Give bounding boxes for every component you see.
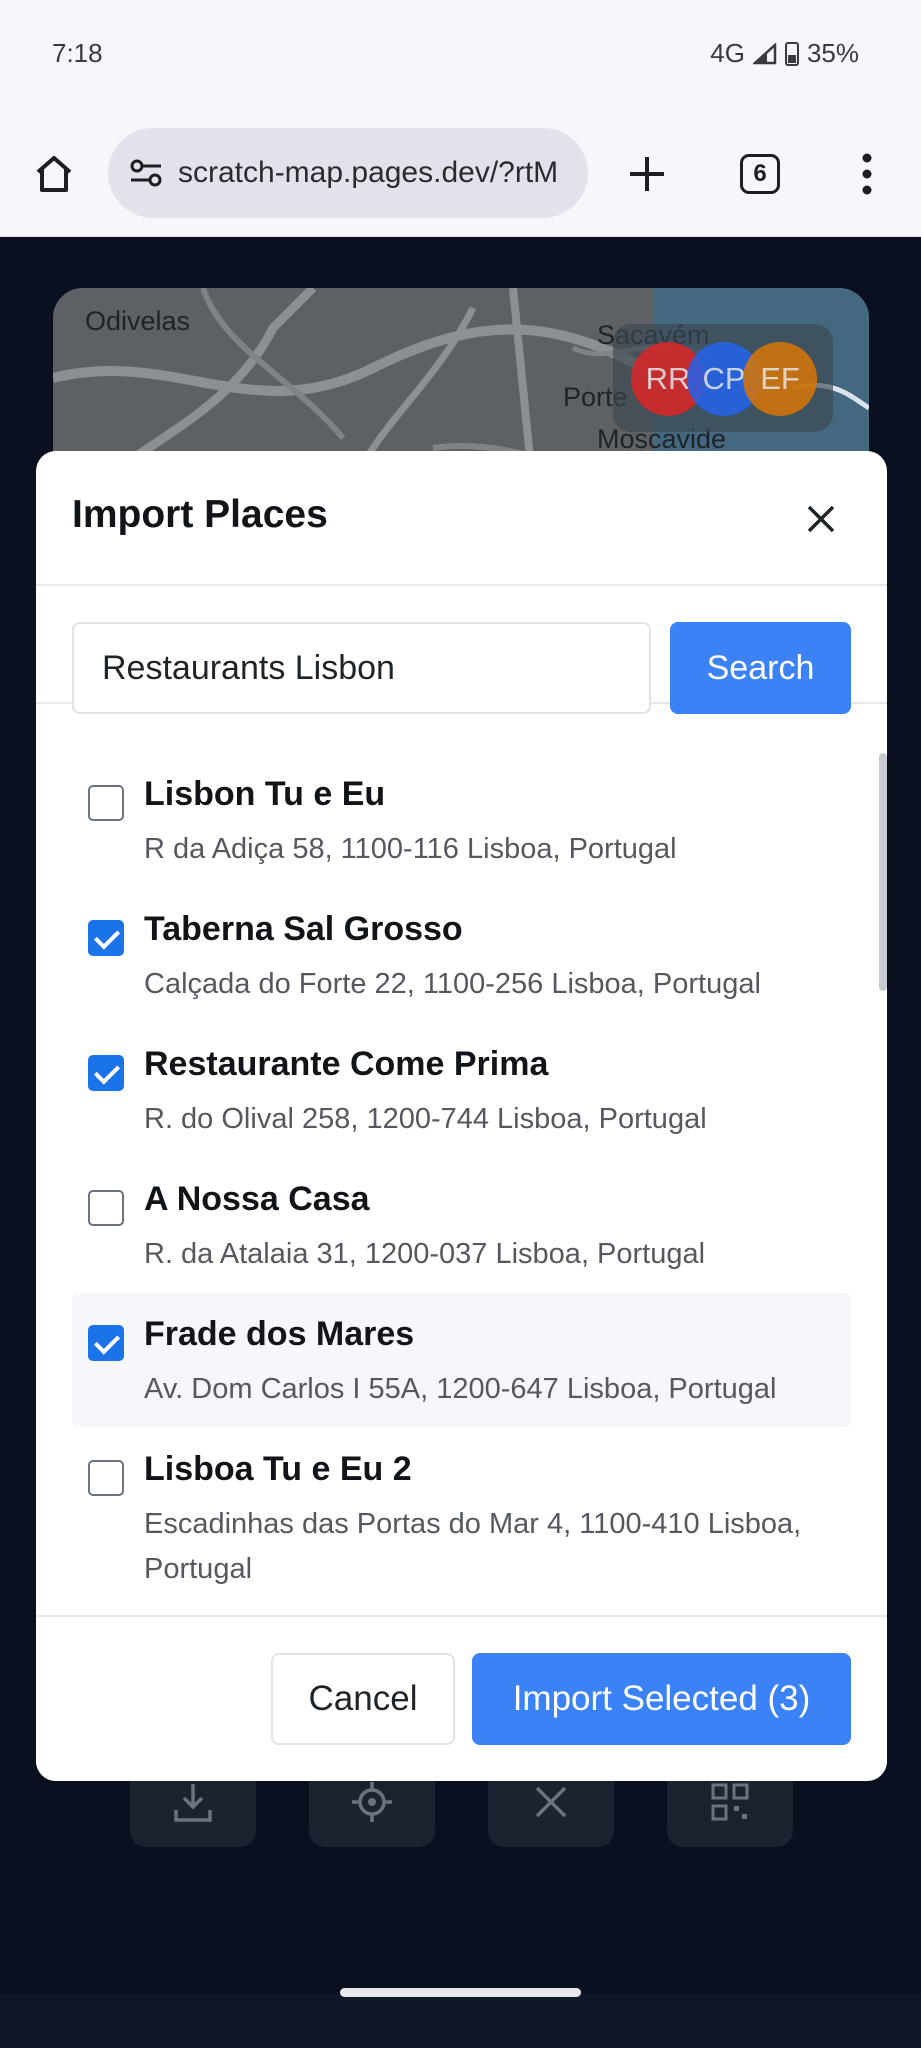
list-item[interactable]: Lisbon Tu e Eu R da Adiça 58, 1100-116 L… <box>72 753 851 888</box>
place-name: Taberna Sal Grosso <box>144 910 463 948</box>
checkbox[interactable] <box>88 1055 124 1091</box>
checkbox[interactable] <box>88 1190 124 1226</box>
close-icon <box>535 1786 567 1818</box>
map-label: Odivelas <box>85 306 191 336</box>
signal-icon <box>752 42 777 64</box>
import-places-dialog: Import Places Search Lisbon Tu e Eu R da… <box>36 451 887 1781</box>
list-item[interactable]: Lisboa Tu e Eu 2 Escadinhas das Portas d… <box>72 1428 851 1608</box>
site-settings-button[interactable] <box>124 151 168 195</box>
network-type: 4G <box>710 38 745 68</box>
place-address: Av. Dom Carlos I 55A, 1200-647 Lisboa, P… <box>144 1373 777 1405</box>
plus-icon <box>630 157 664 191</box>
status-indicators: 4G 35% <box>710 38 859 69</box>
results-scrollbar[interactable] <box>879 753 887 991</box>
home-icon <box>36 156 72 192</box>
new-tab-button[interactable] <box>615 142 679 206</box>
dialog-footer: Cancel Import Selected (3) <box>36 1615 887 1781</box>
avatar[interactable]: EF <box>743 342 817 416</box>
collaborator-avatars: RR CP EF <box>613 324 833 432</box>
gesture-handle[interactable] <box>340 1988 581 1997</box>
place-name: Lisbon Tu e Eu <box>144 775 386 813</box>
close-dialog-button[interactable] <box>793 491 849 547</box>
place-address: Calçada do Forte 22, 1100-256 Lisboa, Po… <box>144 968 761 1000</box>
checkbox[interactable] <box>88 785 124 821</box>
battery-level: 35% <box>806 38 859 68</box>
results-list[interactable]: Lisbon Tu e Eu R da Adiça 58, 1100-116 L… <box>36 753 887 1615</box>
place-address: Escadinhas das Portas do Mar 4, 1100-410… <box>144 1508 802 1585</box>
checkbox[interactable] <box>88 1460 124 1496</box>
more-vert-icon <box>862 153 872 195</box>
import-selected-button[interactable]: Import Selected (3) <box>472 1653 851 1745</box>
search-button[interactable]: Search <box>670 622 851 714</box>
download-icon <box>174 1784 212 1822</box>
battery-icon <box>784 41 799 66</box>
place-name: A Nossa Casa <box>144 1180 370 1218</box>
address-bar[interactable]: scratch-map.pages.dev/?rtM <box>108 128 588 218</box>
browser-toolbar: scratch-map.pages.dev/?rtM 6 <box>0 112 921 237</box>
list-item[interactable]: Frade dos Mares Av. Dom Carlos I 55A, 12… <box>72 1293 851 1427</box>
close-icon <box>807 505 835 533</box>
crosshair-icon <box>352 1782 392 1822</box>
tabs-icon: 6 <box>740 154 780 194</box>
site-settings-icon <box>130 159 162 187</box>
qr-code-icon <box>711 1783 749 1821</box>
list-item[interactable]: Restaurante Come Prima R. do Olival 258,… <box>72 1023 851 1158</box>
place-address: R da Adiça 58, 1100-116 Lisboa, Portugal <box>144 833 677 865</box>
tab-switcher-button[interactable]: 6 <box>728 142 792 206</box>
place-address: R. da Atalaia 31, 1200-037 Lisboa, Portu… <box>144 1238 706 1270</box>
checkbox[interactable] <box>88 1325 124 1361</box>
place-name: Restaurante Come Prima <box>144 1045 549 1083</box>
list-item[interactable]: Taberna Sal Grosso Calçada do Forte 22, … <box>72 888 851 1023</box>
list-item[interactable]: A Nossa Casa R. da Atalaia 31, 1200-037 … <box>72 1158 851 1293</box>
status-bar: 7:18 4G 35% <box>0 0 921 112</box>
place-name: Lisboa Tu e Eu 2 <box>144 1450 412 1488</box>
cancel-button[interactable]: Cancel <box>271 1653 455 1745</box>
search-row: Search <box>36 586 887 714</box>
checkbox[interactable] <box>88 920 124 956</box>
browser-menu-button[interactable] <box>835 142 899 206</box>
dialog-title: Import Places <box>72 493 328 536</box>
place-name: Frade dos Mares <box>144 1315 415 1353</box>
search-input[interactable] <box>72 622 651 714</box>
dialog-header: Import Places <box>36 451 887 586</box>
home-button[interactable] <box>22 142 86 206</box>
place-address: R. do Olival 258, 1200-744 Lisboa, Portu… <box>144 1103 707 1135</box>
status-time: 7:18 <box>52 38 103 68</box>
system-nav-bar <box>0 1994 921 2048</box>
url-text[interactable]: scratch-map.pages.dev/?rtM <box>178 156 568 190</box>
